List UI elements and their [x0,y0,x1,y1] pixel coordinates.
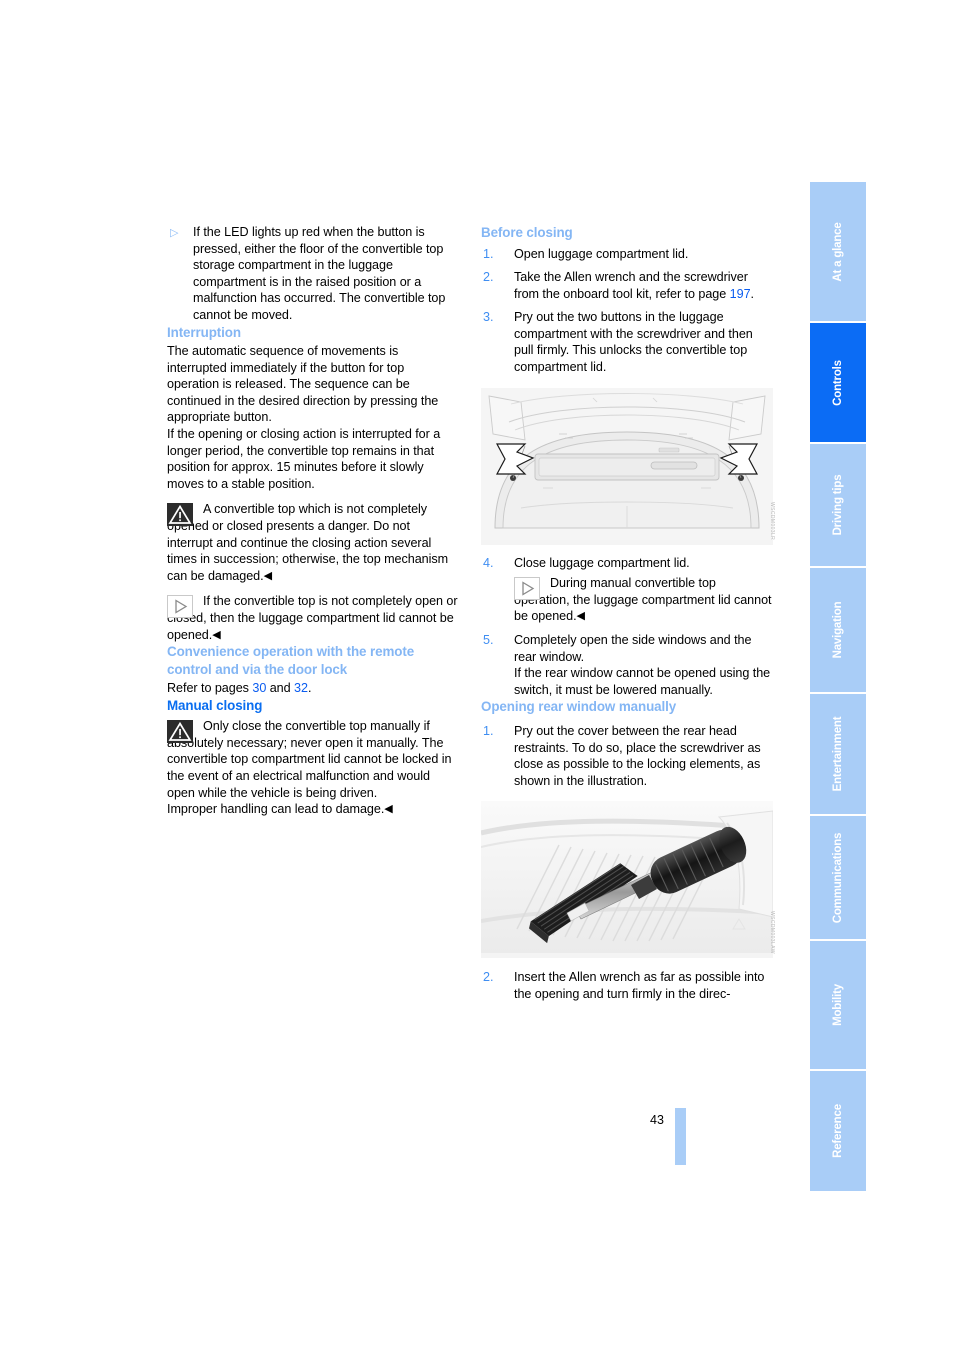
page-ref-32[interactable]: 32 [294,681,308,695]
end-mark: ◀ [576,610,585,623]
step-item: 1. Open luggage compartment lid. [481,246,773,263]
tab-mobility[interactable]: Mobility [810,941,866,1071]
figure-luggage-compartment: WSCDM003LR [481,387,775,545]
step-item: 5. Completely open the side windows and … [481,632,773,698]
manual-closing-warning-callout: Only close the convertible top manually … [167,718,459,818]
heading-convenience-operation: Convenience operation with the remote co… [167,644,415,677]
refer-middle: and [266,681,295,696]
tab-label: At a glance [832,221,844,282]
page-ref-30[interactable]: 30 [252,681,266,695]
end-mark: ◀ [212,628,221,641]
step4-note-callout: During manual convertible top operation,… [481,575,773,625]
manual-closing-warning-text-2: Improper handling can lead to damage. [167,802,385,817]
figure-image-id: WSCDM003LR [769,502,775,541]
refer-suffix: . [307,681,312,696]
tab-reference[interactable]: Reference [810,1071,866,1191]
step-number: 4. [483,555,494,570]
tab-label: Reference [832,1104,844,1158]
heading-before-closing: Before closing [481,225,573,240]
interruption-warning-callout: A convertible top which is not completel… [167,501,459,584]
step-text: Close luggage compartment lid. [514,555,690,570]
step-number: 1. [483,246,494,261]
tab-navigation[interactable]: Navigation [810,568,866,694]
tab-label: Communications [832,832,844,923]
left-column: ▷ If the LED lights up red when the butt… [167,224,459,818]
page-number: 43 [650,1113,664,1127]
right-column: Before closing 1. Open luggage compartme… [480,224,775,1002]
manual-page: ▷ If the LED lights up red when the butt… [0,0,954,1351]
figure-screwdriver-cover: WSCDM003LAW [480,801,775,959]
tab-label: Driving tips [832,474,844,536]
refer-prefix: Refer to pages [167,681,253,696]
interruption-warning-text: A convertible top which is not completel… [167,502,449,583]
step-number: 2. [483,970,494,985]
tab-label: Mobility [832,984,844,1026]
heading-interruption: Interruption [167,324,241,340]
step-text: Completely open the side windows and the… [514,633,752,664]
step-item: 2. Insert the Allen wrench as far as pos… [481,969,773,1002]
tab-label: Entertainment [832,716,844,792]
page-ref-197[interactable]: 197 [730,287,751,301]
manual-closing-warning-body-2: Improper handling can lead to damage.◀ [167,801,459,818]
manual-closing-warning-body: Only close the convertible top manually … [167,718,459,801]
step4-note-text: During manual convertible top operation,… [514,576,772,624]
tab-label: Controls [832,359,844,406]
interruption-note-callout: If the convertible top is not completely… [167,593,459,643]
step-item: 4. Close luggage compartment lid. [481,555,773,572]
warning-triangle-icon [167,503,193,527]
tab-entertainment[interactable]: Entertainment [810,694,866,816]
convenience-refer-line: Refer to pages 30 and 32. [167,680,459,697]
step-text: Pry out the cover between the rear head … [514,723,761,788]
step-number: 3. [483,310,494,325]
luggage-compartment-illustration [481,387,773,540]
step-text: Pry out the two buttons in the luggage c… [514,310,753,375]
heading-manual-closing: Manual closing [167,697,263,713]
step-number: 2. [483,270,494,285]
step-item: 3. Pry out the two buttons in the luggag… [481,309,773,375]
interruption-paragraph-2: If the opening or closing action is inte… [167,427,441,491]
step4-note-body: During manual convertible top operation,… [514,575,773,625]
step-item: 1. Pry out the cover between the rear he… [481,723,773,789]
tab-at-a-glance[interactable]: At a glance [810,182,866,323]
step-item: 2. Take the Allen wrench and the screwdr… [481,269,773,302]
section-tab-rail: At a glance Controls Driving tips Naviga… [810,182,866,1191]
step-number: 5. [483,633,494,648]
step-text-secondary: If the rear window cannot be opened usin… [514,666,771,697]
led-bullet-text: If the LED lights up red when the button… [193,225,446,322]
page-number-bar [675,1108,686,1165]
tab-controls[interactable]: Controls [810,323,866,444]
warning-triangle-icon [167,720,193,744]
tab-driving-tips[interactable]: Driving tips [810,444,866,568]
step-text: Open luggage compartment lid. [514,246,689,261]
note-triangle-icon [514,577,540,601]
note-triangle-icon [167,595,193,619]
interruption-paragraph-1: The automatic sequence of movements is i… [167,344,439,425]
step-text-after: . [750,286,755,301]
interruption-warning-body: A convertible top which is not completel… [167,501,459,584]
heading-opening-rear-window: Opening rear window manually [481,699,677,715]
tab-communications[interactable]: Communications [810,816,866,941]
triangle-right-bullet-icon: ▷ [170,227,179,239]
screwdriver-prying-cover-illustration [480,801,774,954]
figure-image-id: WSCDM003LAW [769,911,775,955]
end-mark: ◀ [263,569,272,582]
step-number: 1. [483,723,494,738]
step-text: Insert the Allen wrench as far as possib… [514,970,765,1001]
manual-closing-warning-text: Only close the convertible top manually … [167,719,452,800]
interruption-note-text: If the convertible top is not completely… [167,594,458,642]
led-bullet-note: ▷ If the LED lights up red when the butt… [167,224,459,324]
interruption-note-body: If the convertible top is not completely… [167,593,459,643]
step-text: Take the Allen wrench and the screwdrive… [514,270,748,301]
tab-label: Navigation [832,601,844,659]
end-mark: ◀ [384,803,393,816]
